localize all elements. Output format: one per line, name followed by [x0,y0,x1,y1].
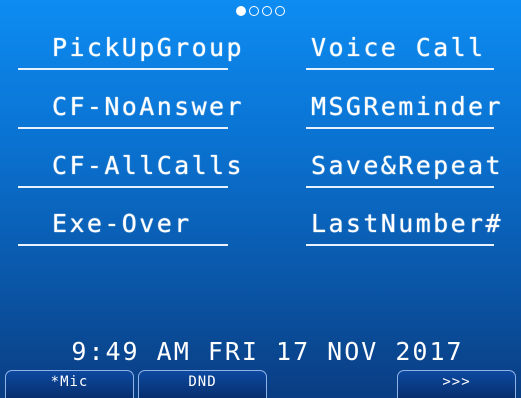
key-exe-over[interactable]: Exe-Over [18,206,228,246]
key-last-number[interactable]: LastNumber# [306,206,501,246]
key-cf-all-calls[interactable]: CF-AllCalls [18,148,242,188]
key-label: CF-NoAnswer [52,92,244,121]
key-save-repeat[interactable]: Save&Repeat [306,148,501,188]
key-label: PickUpGroup [52,33,244,62]
key-msg-reminder[interactable]: MSGReminder [306,89,501,129]
key-pickup-group[interactable]: PickUpGroup [18,30,242,70]
function-key-bar: *Mic DND >>> [0,370,521,398]
page-dot-3[interactable] [262,6,272,16]
more-softkey[interactable]: >>> [397,370,516,398]
page-dot-2[interactable] [249,6,259,16]
key-voice-call[interactable]: Voice Call [306,30,494,70]
date-time: 9:49 AM FRI 17 NOV 2017 [71,337,464,366]
key-cf-no-answer[interactable]: CF-NoAnswer [18,89,242,129]
mic-softkey[interactable]: *Mic [5,370,134,398]
key-label: Exe-Over [52,209,192,238]
phone-display: PickUpGroup CF-NoAnswer CF-AllCalls Exe-… [0,0,521,398]
page-dot-4[interactable] [275,6,285,16]
key-label: MSGReminder [311,92,503,121]
page-indicator [0,6,521,18]
key-label: Save&Repeat [311,151,503,180]
page-dot-1[interactable] [236,6,246,16]
key-label: CF-AllCalls [52,151,244,180]
key-label: Voice Call [311,33,486,62]
dnd-softkey[interactable]: DND [138,370,267,398]
key-label: LastNumber# [311,209,503,238]
